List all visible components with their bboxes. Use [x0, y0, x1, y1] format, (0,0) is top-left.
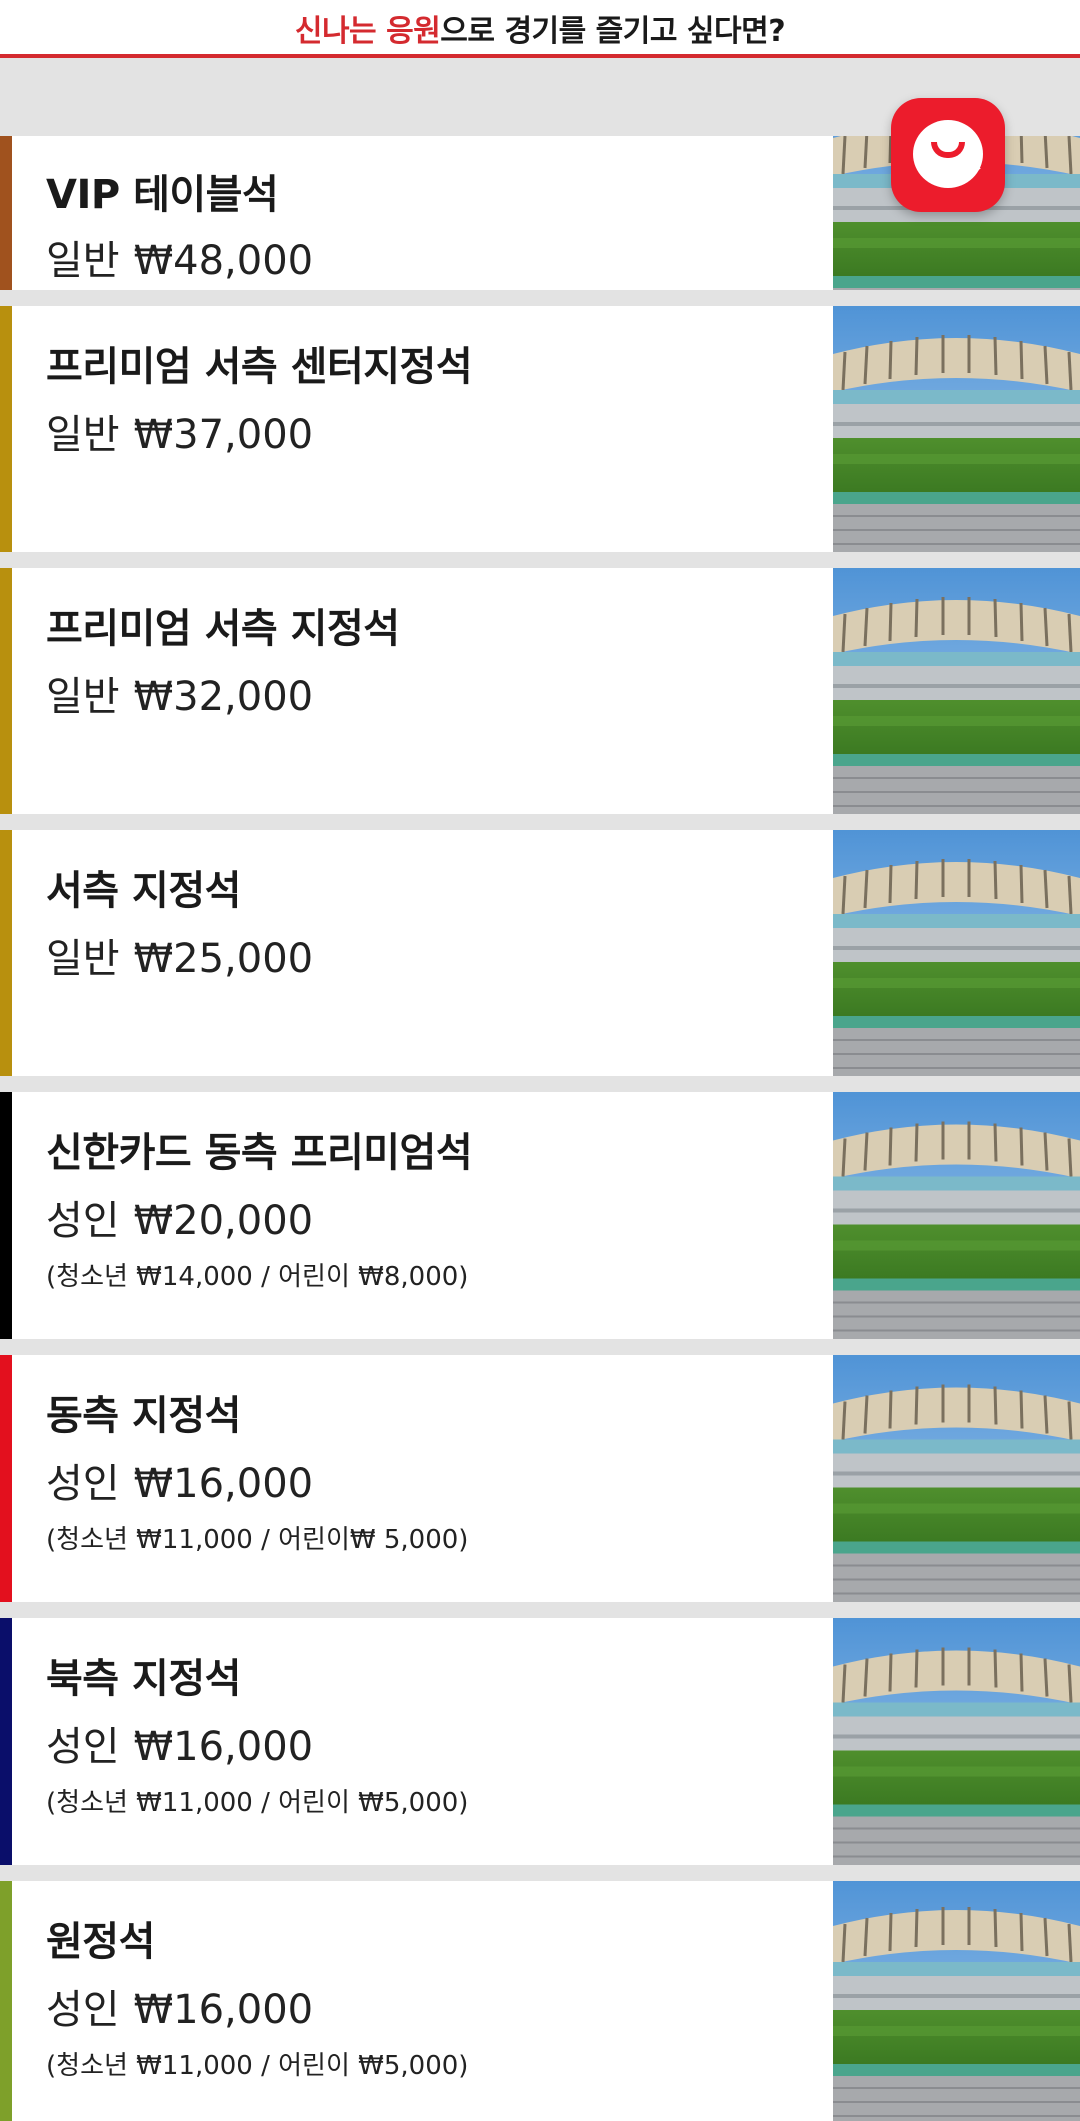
seat-price: 성인 ₩20,000: [46, 1188, 313, 1246]
seat-card-premium-west-center[interactable]: 프리미엄 서측 센터지정석 일반 ₩37,000: [0, 306, 1080, 552]
chat-bubble-tail: [963, 168, 981, 184]
seat-price: 일반 ₩25,000: [46, 926, 313, 984]
seat-card-west[interactable]: 서측 지정석 일반 ₩25,000: [0, 830, 1080, 1076]
seat-view-photo: [833, 1355, 1080, 1602]
seat-view-photo: [833, 1092, 1080, 1339]
seat-color-bar: [0, 1092, 12, 1339]
seat-card-east[interactable]: 동측 지정석 성인 ₩16,000 (청소년 ₩11,000 / 어린이₩ 5,0…: [0, 1355, 1080, 1602]
price-value: ₩32,000: [133, 674, 314, 720]
seat-card-north[interactable]: 북측 지정석 성인 ₩16,000 (청소년 ₩11,000 / 어린이 ₩5,0…: [0, 1618, 1080, 1865]
price-label: 성인: [46, 1198, 120, 1244]
price-label: 일반: [46, 674, 120, 720]
title-rest: 으로 경기를 즐기고 싶다면?: [440, 14, 786, 49]
price-value: ₩48,000: [133, 238, 314, 284]
seat-price: 일반 ₩37,000: [46, 402, 313, 460]
seat-color-bar: [0, 1355, 12, 1602]
seat-name: 프리미엄 서측 지정석: [46, 606, 400, 652]
seat-color-bar: [0, 1881, 12, 2121]
seat-name: 신한카드 동측 프리미엄석: [46, 1130, 473, 1176]
seat-sub-price: (청소년 ₩11,000 / 어린이₩ 5,000): [46, 1525, 469, 1555]
seat-view-photo: [833, 568, 1080, 814]
seat-price: 일반 ₩32,000: [46, 664, 313, 722]
seat-view-photo: [833, 1881, 1080, 2121]
price-value: ₩16,000: [133, 1461, 314, 1507]
seat-name: VIP 테이블석: [46, 172, 279, 218]
seat-card-shinhan-east-premium[interactable]: 신한카드 동측 프리미엄석 성인 ₩20,000 (청소년 ₩14,000 / 어…: [0, 1092, 1080, 1339]
price-value: ₩16,000: [133, 1987, 314, 2033]
seat-sub-price: (청소년 ₩11,000 / 어린이 ₩5,000): [46, 2051, 469, 2081]
price-label: 성인: [46, 1987, 120, 2033]
seat-name: 서측 지정석: [46, 868, 241, 914]
seat-name: 프리미엄 서측 센터지정석: [46, 344, 473, 390]
seat-view-photo: [833, 1618, 1080, 1865]
page-header: 신나는 응원으로 경기를 즐기고 싶다면?: [0, 0, 1080, 58]
price-value: ₩37,000: [133, 412, 314, 458]
seat-price: 일반 ₩48,000: [46, 228, 313, 286]
page-title: 신나는 응원으로 경기를 즐기고 싶다면?: [0, 6, 1080, 50]
seat-color-bar: [0, 1618, 12, 1865]
seat-price: 성인 ₩16,000: [46, 1451, 313, 1509]
title-accent: 신나는 응원: [294, 14, 441, 49]
seat-color-bar: [0, 306, 12, 552]
price-label: 일반: [46, 936, 120, 982]
seat-view-photo: [833, 306, 1080, 552]
price-label: 일반: [46, 412, 120, 458]
seat-name: 동측 지정석: [46, 1393, 241, 1439]
seat-price: 성인 ₩16,000: [46, 1714, 313, 1772]
seat-price: 성인 ₩16,000: [46, 1977, 313, 2035]
seat-sub-price: (청소년 ₩11,000 / 어린이 ₩5,000): [46, 1788, 469, 1818]
seat-color-bar: [0, 136, 12, 290]
price-value: ₩20,000: [133, 1198, 314, 1244]
price-label: 성인: [46, 1461, 120, 1507]
seat-card-away[interactable]: 원정석 성인 ₩16,000 (청소년 ₩11,000 / 어린이 ₩5,000): [0, 1881, 1080, 2121]
seat-color-bar: [0, 830, 12, 1076]
price-label: 일반: [46, 238, 120, 284]
seat-card-premium-west[interactable]: 프리미엄 서측 지정석 일반 ₩32,000: [0, 568, 1080, 814]
seat-sub-price: (청소년 ₩14,000 / 어린이 ₩8,000): [46, 1262, 469, 1292]
seat-view-photo: [833, 830, 1080, 1076]
price-value: ₩25,000: [133, 936, 314, 982]
chat-button[interactable]: [891, 98, 1005, 212]
seat-color-bar: [0, 568, 12, 814]
seat-name: 북측 지정석: [46, 1656, 241, 1702]
seat-name: 원정석: [46, 1919, 155, 1965]
price-label: 성인: [46, 1724, 120, 1770]
price-value: ₩16,000: [133, 1724, 314, 1770]
